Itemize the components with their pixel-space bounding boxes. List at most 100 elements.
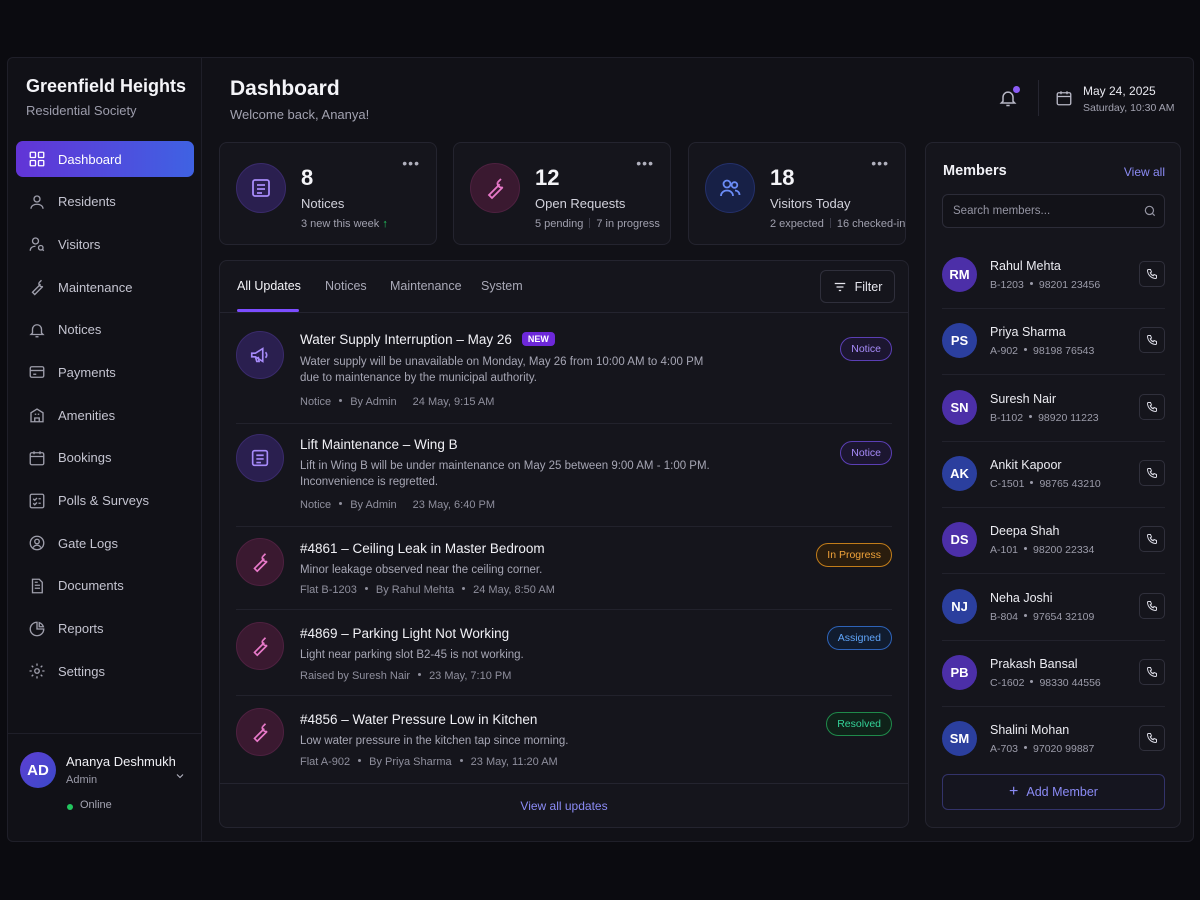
wrench-icon [236, 708, 284, 756]
filter-button[interactable]: Filter [820, 270, 895, 303]
member-row[interactable]: SM Shalini Mohan A-703 97020 99887 [942, 707, 1165, 773]
update-item[interactable]: #4861 – Ceiling Leak in Master Bedroom M… [236, 527, 892, 610]
update-item[interactable]: #4856 – Water Pressure Low in Kitchen Lo… [236, 696, 892, 784]
calendar-icon [29, 451, 45, 466]
phone-icon [1146, 467, 1157, 478]
members-title: Members [943, 163, 1007, 179]
filter-icon [834, 282, 845, 291]
sidebar-item-polls-surveys[interactable]: Polls & Surveys [16, 483, 194, 519]
member-flat: C-1602 [990, 676, 1025, 689]
update-item[interactable]: #4869 – Parking Light Not Working Light … [236, 610, 892, 696]
add-member-button[interactable]: + Add Member [942, 774, 1165, 810]
trend-up-icon: ↑ [382, 218, 388, 230]
members-view-all-link[interactable]: View all [1124, 165, 1165, 179]
sidebar-item-settings[interactable]: Settings [16, 653, 194, 689]
stat-card-notices[interactable]: 8 Notices 3 new this week ↑ ••• [219, 142, 437, 245]
sidebar-item-notices[interactable]: Notices [16, 312, 194, 348]
user-status: Online [80, 799, 112, 811]
update-meta-type: Notice [300, 499, 332, 511]
member-info: C-1501 98765 43210 [990, 478, 1101, 490]
call-button[interactable] [1139, 261, 1165, 287]
update-description: Water supply will be unavailable on Mond… [300, 356, 704, 384]
more-options-icon[interactable]: ••• [636, 155, 654, 171]
member-row[interactable]: AK Ankit Kapoor C-1501 98765 43210 [942, 442, 1165, 508]
active-tab-indicator [237, 309, 299, 312]
megaphone-icon [236, 331, 284, 379]
update-title-text: Water Supply Interruption – May 26 [300, 332, 512, 347]
update-item[interactable]: Water Supply Interruption – May 26 NEW Wa… [236, 323, 892, 424]
update-title: Lift Maintenance – Wing B [300, 437, 458, 452]
view-all-updates-link[interactable]: View all updates [220, 783, 908, 827]
member-phone: 98198 76543 [1033, 345, 1095, 358]
phone-icon [1146, 600, 1157, 611]
member-row[interactable]: NJ Neha Joshi B-804 97654 32109 [942, 575, 1165, 641]
member-row[interactable]: PB Prakash Bansal C-1602 98330 44556 [942, 641, 1165, 707]
sidebar-item-label: Reports [58, 621, 104, 637]
call-button[interactable] [1139, 658, 1165, 685]
member-row[interactable]: SN Suresh Nair B-1102 98920 11223 [942, 376, 1165, 442]
tab-maintenance[interactable]: Maintenance [390, 279, 462, 293]
member-phone: 98201 23456 [1038, 279, 1101, 291]
notice-icon [236, 163, 286, 213]
user-role: Admin [66, 774, 98, 786]
update-item[interactable]: Lift Maintenance – Wing B Lift in Wing B… [236, 424, 892, 527]
sidebar-item-documents[interactable]: Documents [16, 568, 194, 604]
sidebar-item-dashboard[interactable]: Dashboard [16, 141, 194, 177]
stat-card-visitors-today[interactable]: 18 Visitors Today 2 expected 16 checked-i… [688, 142, 906, 245]
user-icon [30, 195, 44, 209]
tab-notices[interactable]: Notices [325, 279, 367, 293]
calendar-icon [1056, 91, 1072, 106]
member-phone: 97020 99887 [1033, 743, 1095, 756]
stat-card-open-requests[interactable]: 12 Open Requests 5 pending 7 in progress … [453, 142, 671, 245]
member-row[interactable]: DS Deepa Shah A-101 98200 22334 [942, 508, 1165, 575]
sidebar-item-visitors[interactable]: Visitors [16, 226, 194, 262]
call-button[interactable] [1139, 459, 1165, 486]
phone-icon [1146, 401, 1157, 412]
stat-meta-checked-in: 16 checked-in [836, 218, 906, 230]
tab-system[interactable]: System [481, 279, 523, 293]
sidebar-item-amenities[interactable]: Amenities [16, 397, 194, 433]
new-badge: NEW [521, 332, 555, 346]
sidebar-item-gate-logs[interactable]: Gate Logs [16, 525, 194, 561]
status-badge: In Progress [816, 543, 892, 567]
sidebar-item-payments[interactable]: Payments [16, 354, 194, 390]
members-panel: Members View all RM Rahul Mehta B-1203 9820… [925, 142, 1181, 828]
sidebar-item-maintenance[interactable]: Maintenance [16, 269, 194, 305]
call-button[interactable] [1139, 327, 1165, 354]
more-options-icon[interactable]: ••• [871, 155, 889, 171]
stat-meta: 3 new this week ↑ [301, 218, 388, 230]
call-button[interactable] [1139, 592, 1165, 619]
chevron-down-icon[interactable] [174, 770, 186, 782]
member-flat: A-703 [990, 743, 1019, 756]
update-meta-author: By Admin [350, 499, 397, 511]
member-flat: A-902 [990, 345, 1019, 358]
avatar: PB [942, 654, 977, 690]
member-info: B-1102 98920 11223 [990, 412, 1099, 424]
member-name: Suresh Nair [990, 391, 1056, 406]
more-options-icon[interactable]: ••• [402, 155, 420, 171]
stat-value: 12 [535, 165, 560, 190]
member-info: C-1602 98330 44556 [990, 677, 1101, 689]
tab-all-updates[interactable]: All Updates [237, 279, 301, 293]
sidebar-item-label: Polls & Surveys [58, 493, 150, 508]
call-button[interactable] [1139, 393, 1165, 420]
user-profile[interactable]: AD Ananya Deshmukh Admin Online [8, 733, 201, 841]
member-row[interactable]: RM Rahul Mehta B-1203 98201 23456 [942, 243, 1165, 309]
sidebar-item-bookings[interactable]: Bookings [16, 440, 194, 476]
sidebar: Greenfield Heights Residential Society D… [8, 58, 202, 841]
member-name: Rahul Mehta [990, 259, 1061, 273]
member-info: A-902 98198 76543 [990, 345, 1094, 357]
sidebar-item-label: Visitors [58, 236, 101, 252]
brand: Greenfield Heights Residential Society [26, 76, 186, 118]
sidebar-item-reports[interactable]: Reports [16, 611, 194, 647]
member-phone: 97654 32109 [1033, 610, 1095, 623]
update-meta-flat: Flat B-1203 [300, 584, 357, 596]
search-members-input[interactable] [942, 194, 1165, 228]
member-row[interactable]: PS Priya Sharma A-902 98198 76543 [942, 309, 1165, 376]
avatar: AK [942, 455, 977, 491]
call-button[interactable] [1139, 526, 1165, 553]
sidebar-item-residents[interactable]: Residents [16, 184, 194, 220]
call-button[interactable] [1139, 725, 1165, 752]
avatar: AD [20, 752, 56, 788]
member-phone: 98200 22334 [1033, 544, 1095, 557]
